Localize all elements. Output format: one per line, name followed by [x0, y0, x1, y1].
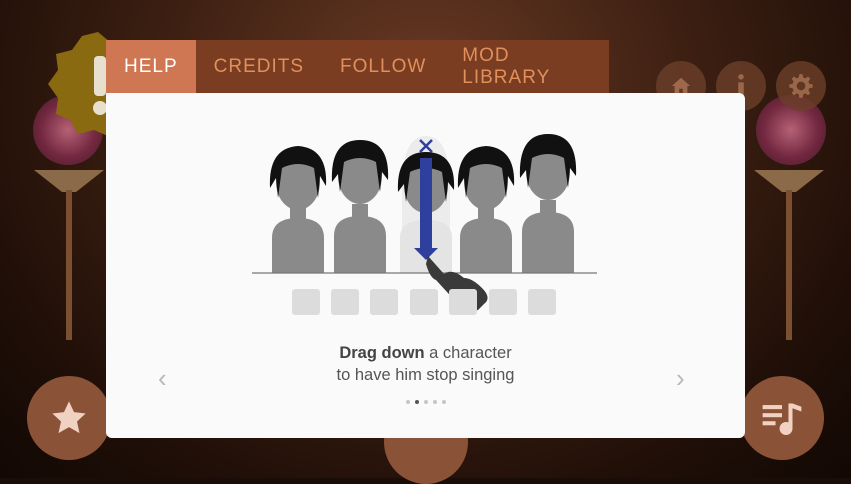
page-dot[interactable]	[432, 400, 437, 404]
page-dot[interactable]	[441, 400, 446, 404]
gear-icon	[789, 74, 813, 98]
character-1[interactable]	[269, 146, 327, 273]
slot	[489, 289, 517, 315]
right-lamp-pole	[786, 190, 792, 340]
page-dot-active[interactable]	[414, 400, 419, 404]
playlist-icon	[762, 403, 802, 435]
slot	[370, 289, 398, 315]
tab-credits[interactable]: CREDITS	[196, 40, 322, 93]
slot	[410, 289, 438, 315]
character-4[interactable]	[457, 146, 515, 273]
page-dot[interactable]	[405, 400, 410, 404]
slot	[449, 289, 477, 315]
star-icon	[52, 401, 86, 434]
caption-rest: a character	[424, 344, 512, 362]
help-caption: Drag down a character to have him stop s…	[106, 342, 745, 386]
left-lamp-pole	[66, 190, 72, 340]
slot	[331, 289, 359, 315]
character-5[interactable]	[519, 134, 577, 273]
slot	[528, 289, 556, 315]
next-page-chevron-icon[interactable]: ›	[676, 363, 685, 394]
drag-down-arrow	[420, 158, 432, 250]
help-panel: Drag down a character to have him stop s…	[106, 93, 745, 438]
caption-bold: Drag down	[339, 344, 425, 362]
tab-follow[interactable]: FOLLOW	[322, 40, 444, 93]
favorites-button[interactable]	[27, 376, 111, 460]
prev-page-chevron-icon[interactable]: ‹	[158, 363, 167, 394]
slot-row	[292, 289, 556, 315]
page-dot[interactable]	[423, 400, 428, 404]
settings-button[interactable]	[776, 61, 826, 111]
playlist-button[interactable]	[740, 376, 824, 460]
page-indicator	[106, 400, 745, 404]
caption-line2: to have him stop singing	[336, 366, 515, 384]
help-illustration	[252, 134, 597, 315]
tab-help[interactable]: HELP	[106, 40, 196, 93]
tab-mod-library[interactable]: MOD LIBRARY	[444, 40, 609, 93]
character-2[interactable]	[331, 140, 389, 273]
slot	[292, 289, 320, 315]
menu-tab-bar: HELP CREDITS FOLLOW MOD LIBRARY	[106, 40, 609, 93]
